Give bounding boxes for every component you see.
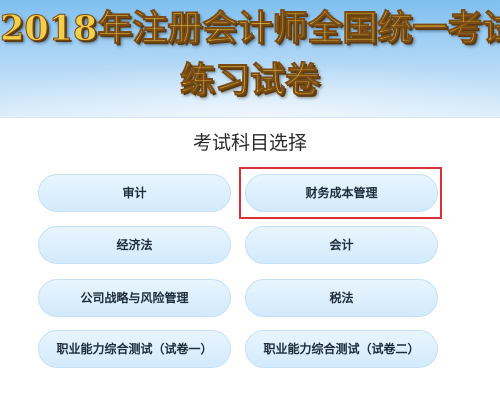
subject-button-comprehensive-test-paper-2[interactable]: 职业能力综合测试（试卷二） xyxy=(245,330,438,368)
banner-title-line2: 练习试卷 xyxy=(179,60,320,102)
subject-button-financial-cost-management[interactable]: 财务成本管理 xyxy=(245,174,438,212)
divider xyxy=(0,117,500,118)
subject-button-economic-law[interactable]: 经济法 xyxy=(38,226,231,264)
banner-title-line1: 2018年注册会计师全国统一考试 xyxy=(0,8,500,50)
page: 2018年注册会计师全国统一考试 练习试卷 考试科目选择 审计 财务成本管理 经… xyxy=(0,0,500,395)
subject-button-comprehensive-test-paper-1[interactable]: 职业能力综合测试（试卷一） xyxy=(38,330,231,368)
subject-button-audit[interactable]: 审计 xyxy=(38,174,231,212)
subject-button-tax-law[interactable]: 税法 xyxy=(245,279,438,317)
subject-button-strategy-risk-management[interactable]: 公司战略与风险管理 xyxy=(38,279,231,317)
exam-banner: 2018年注册会计师全国统一考试 练习试卷 xyxy=(0,0,500,117)
subject-selection-title: 考试科目选择 xyxy=(192,132,307,154)
subject-button-accounting[interactable]: 会计 xyxy=(245,226,438,264)
